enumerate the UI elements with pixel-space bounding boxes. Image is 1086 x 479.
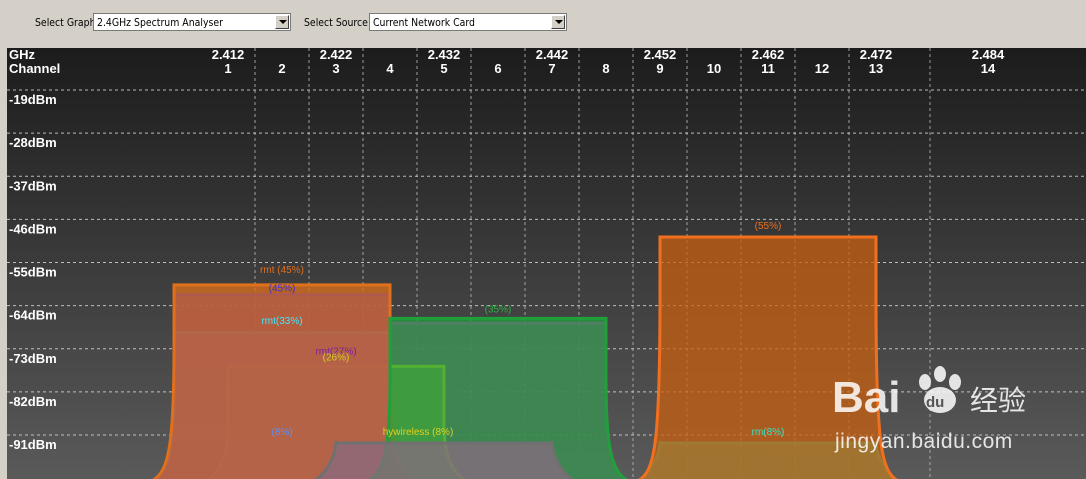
channel-tick-label: 8 [602, 61, 609, 76]
network-label: (26%) [323, 352, 350, 363]
channel-tick-label: 12 [815, 61, 829, 76]
svg-text:Bai: Bai [832, 373, 900, 422]
channel-tick-label: 4 [386, 61, 394, 76]
chevron-down-icon[interactable] [551, 15, 565, 29]
ghz-tick-label: 2.484 [972, 48, 1005, 62]
dbm-tick-label: -73dBm [9, 351, 57, 366]
channel-tick-label: 5 [440, 61, 447, 76]
channel-tick-label: 11 [761, 61, 775, 76]
channel-tick-label: 3 [332, 61, 339, 76]
ghz-tick-label: 2.452 [644, 48, 677, 62]
ghz-tick-label: 2.442 [536, 48, 569, 62]
ghz-axis-label: GHz [9, 48, 36, 62]
channel-tick-label: 1 [224, 61, 231, 76]
channel-tick-label: 13 [869, 61, 883, 76]
network-label: rm(8%) [752, 427, 785, 438]
network-signal-shape [314, 440, 574, 479]
dbm-tick-label: -19dBm [9, 92, 57, 107]
dbm-tick-label: -64dBm [9, 308, 57, 323]
dbm-tick-label: -91dBm [9, 437, 57, 452]
network-label: (45%) [269, 283, 296, 294]
svg-text:du: du [926, 394, 944, 411]
network-label: (8%) [271, 427, 292, 438]
watermark-url: jingyan.baidu.com [835, 430, 1013, 453]
channel-tick-label: 14 [981, 61, 996, 76]
chevron-down-icon[interactable] [275, 15, 289, 29]
ghz-tick-label: 2.462 [752, 48, 785, 62]
channel-tick-label: 6 [494, 61, 501, 76]
dbm-tick-label: -46dBm [9, 221, 57, 236]
ghz-tick-label: 2.422 [320, 48, 353, 62]
select-graph-label: Select Graph [35, 16, 96, 29]
channel-tick-label: 2 [278, 61, 285, 76]
network-label: (35%) [485, 304, 512, 315]
channel-axis-label: Channel [9, 61, 60, 76]
baidu-logo-icon: Bai du 经验 [832, 366, 1026, 422]
select-graph-dropdown[interactable]: 2.4GHz Spectrum Analyser [93, 13, 291, 31]
channel-tick-label: 9 [656, 61, 663, 76]
dbm-tick-label: -82dBm [9, 394, 57, 409]
network-label: hywireless (8%) [383, 427, 454, 438]
svg-text:经验: 经验 [970, 384, 1026, 417]
ghz-tick-label: 2.472 [860, 48, 893, 62]
channel-tick-label: 10 [707, 61, 721, 76]
ghz-tick-label: 2.412 [212, 48, 245, 62]
select-source-dropdown[interactable]: Current Network Card [369, 13, 567, 31]
network-label: rmt(33%) [261, 316, 302, 327]
select-source-label: Select Source [304, 16, 368, 29]
dbm-tick-label: -28dBm [9, 135, 57, 150]
dbm-tick-label: -55dBm [9, 265, 57, 280]
select-graph-value: 2.4GHz Spectrum Analyser [97, 16, 223, 29]
toolbar: Select Graph 2.4GHz Spectrum Analyser Se… [0, 0, 1086, 48]
network-label: (55%) [755, 221, 782, 232]
select-source-value: Current Network Card [373, 16, 475, 29]
dbm-tick-label: -37dBm [9, 178, 57, 193]
ghz-tick-label: 2.432 [428, 48, 461, 62]
network-label: rmt (45%) [260, 265, 304, 276]
channel-tick-label: 7 [548, 61, 555, 76]
watermark: Bai du 经验 jingyan.baidu.com [830, 360, 1050, 460]
